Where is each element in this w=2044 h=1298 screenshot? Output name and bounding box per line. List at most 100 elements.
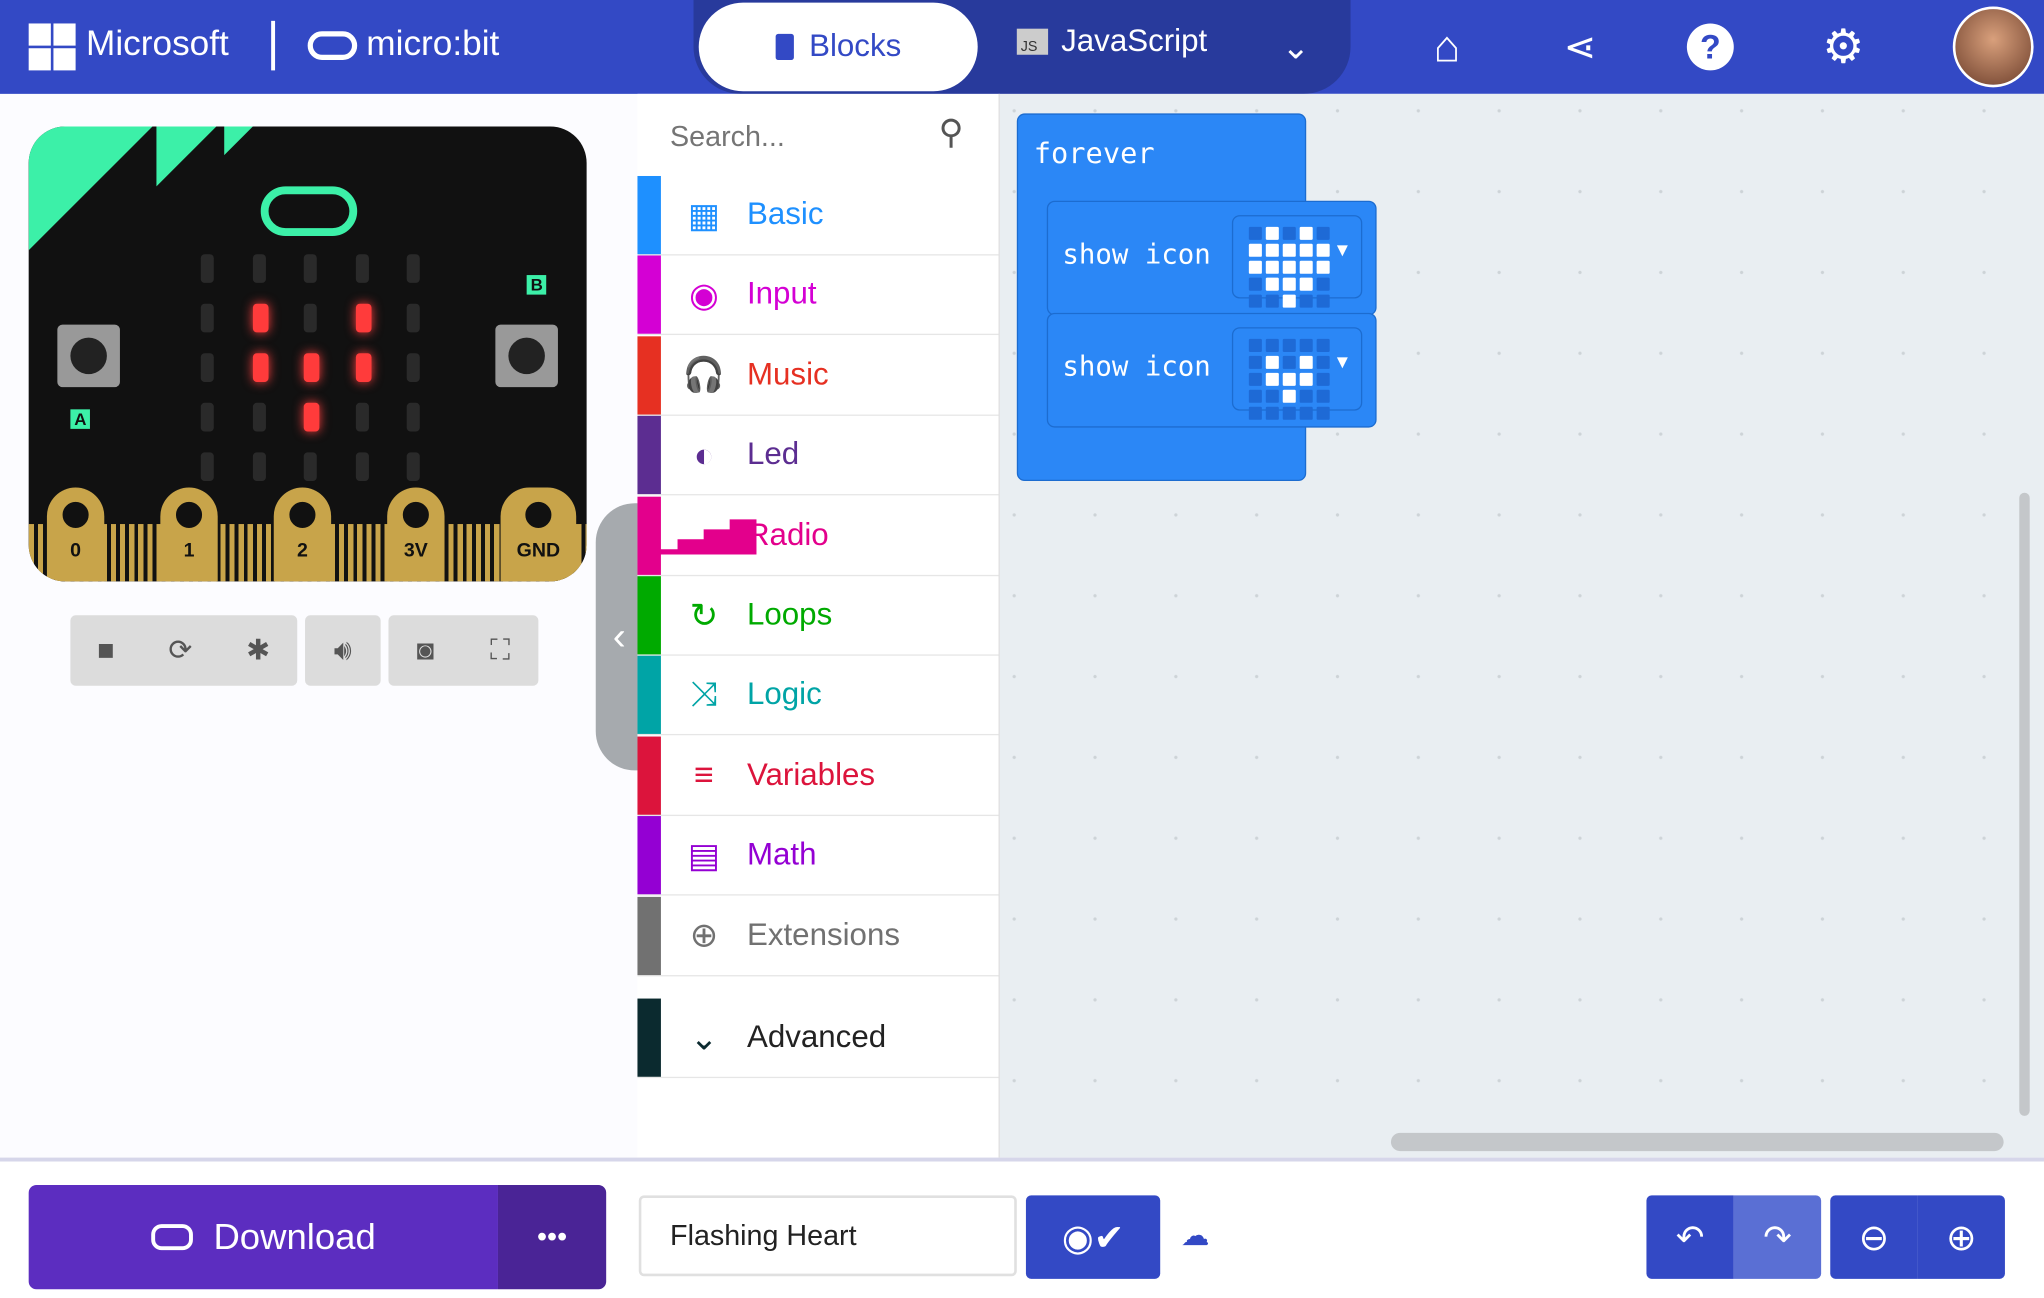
microbit-simulator[interactable]: A B 0 1 2 3V GND xyxy=(28,126,587,582)
redo-button[interactable]: ↷ xyxy=(1733,1195,1822,1279)
chevron-left-icon: ‹ xyxy=(612,614,626,658)
button-a[interactable] xyxy=(57,324,120,388)
category-color-bar xyxy=(637,336,661,415)
icon-pixel xyxy=(1248,338,1262,352)
stop-icon[interactable]: ■ xyxy=(97,634,114,668)
icon-pixel xyxy=(1282,226,1296,240)
category-color-bar xyxy=(637,896,661,975)
icon-pixel xyxy=(1299,389,1313,403)
speaker-icon: 🔊︎ xyxy=(333,633,352,667)
caret-down-icon: ▼ xyxy=(1336,239,1348,261)
category-input[interactable]: ◉ Input xyxy=(637,256,999,336)
category-label: Radio xyxy=(746,516,829,553)
icon-pixel xyxy=(1282,355,1296,369)
pin-gnd[interactable]: GND xyxy=(500,487,577,582)
category-loops[interactable]: ↻ Loops xyxy=(637,576,999,656)
pin-2[interactable]: 2 xyxy=(273,487,332,582)
icon-pixel xyxy=(1248,260,1262,274)
github-save-button[interactable]: ◉✔ xyxy=(1025,1195,1161,1279)
led xyxy=(200,452,214,482)
avatar[interactable] xyxy=(1952,6,2034,88)
microsoft-logo-icon xyxy=(28,23,76,71)
zoom-out-button[interactable]: ⊖ xyxy=(1830,1195,1918,1279)
zoom-in-button[interactable]: ⊕ xyxy=(1917,1195,2005,1279)
collapse-simulator-button[interactable]: ‹ xyxy=(595,503,643,771)
led xyxy=(252,254,266,283)
icon-pixel xyxy=(1265,406,1279,420)
puzzle-icon xyxy=(775,33,794,60)
headphones-icon: 🎧 xyxy=(682,354,726,395)
share-icon[interactable]: ⋖ xyxy=(1551,18,1608,75)
icon-pixel xyxy=(1265,372,1279,386)
more-options-button[interactable]: ••• xyxy=(497,1184,607,1290)
input-icon: ◉ xyxy=(689,274,719,315)
show-icon-block[interactable]: show icon ▼ xyxy=(1046,200,1377,316)
divider xyxy=(271,20,276,71)
pin-0[interactable]: 0 xyxy=(46,487,105,582)
icon-pixel xyxy=(1265,355,1279,369)
icon-pixel xyxy=(1248,294,1262,308)
category-label: Advanced xyxy=(746,1019,887,1055)
download-button[interactable]: Download xyxy=(28,1184,498,1290)
category-led[interactable]: ◐ Led xyxy=(637,416,999,496)
icon-pixel xyxy=(1248,406,1262,420)
icon-dropdown[interactable]: ▼ xyxy=(1231,327,1363,420)
mute-button[interactable]: 🔊︎ xyxy=(305,615,381,686)
led xyxy=(406,402,420,432)
pin-label: GND xyxy=(516,539,561,562)
category-basic[interactable]: ▦ Basic xyxy=(637,175,999,256)
small-heart-icon-preview xyxy=(1248,338,1330,420)
icon-pixel xyxy=(1282,389,1296,403)
icon-pixel xyxy=(1248,372,1262,386)
button-a-label: A xyxy=(70,409,91,429)
category-music[interactable]: 🎧 Music xyxy=(637,336,999,416)
corner-decoration xyxy=(28,126,153,251)
vertical-scrollbar[interactable] xyxy=(2019,492,2030,1116)
category-label: Input xyxy=(746,276,817,313)
brand-microbit[interactable]: micro:bit xyxy=(366,23,499,63)
screenshot-icon[interactable]: ◙ xyxy=(417,634,434,668)
search-icon[interactable]: ⚲ xyxy=(939,112,964,152)
more-icon: ••• xyxy=(537,1220,568,1253)
microbit-face-icon xyxy=(260,186,358,236)
category-extensions[interactable]: ⊕ Extensions xyxy=(637,896,999,976)
gear-icon[interactable]: ⚙ xyxy=(1815,18,1872,75)
icon-pixel xyxy=(1316,338,1330,352)
debug-icon[interactable]: ✱ xyxy=(246,634,270,668)
undo-button[interactable]: ↶ xyxy=(1646,1195,1734,1279)
category-label: Basic xyxy=(746,196,824,233)
led xyxy=(406,303,420,333)
icon-pixel xyxy=(1316,389,1330,403)
category-radio[interactable]: ▁▃▅▇ Radio xyxy=(637,496,999,576)
tab-blocks[interactable]: Blocks xyxy=(698,2,978,92)
home-icon[interactable]: ⌂ xyxy=(1418,18,1475,75)
horizontal-scrollbar[interactable] xyxy=(1390,1132,2004,1152)
fullscreen-icon[interactable]: ⛶ xyxy=(490,634,510,668)
icon-pixel xyxy=(1265,389,1279,403)
icon-pixel xyxy=(1299,338,1313,352)
category-color-bar xyxy=(637,416,661,495)
bottom-bar: Download ••• ◉✔ ☁ ↶ ↷ ⊖ ⊕ xyxy=(0,1157,2044,1298)
tab-javascript[interactable]: JS JavaScript xyxy=(1016,23,1207,60)
category-logic[interactable]: ⤨ Logic xyxy=(637,656,999,736)
category-variables[interactable]: ≡ Variables xyxy=(637,736,999,816)
show-icon-block[interactable]: show icon ▼ xyxy=(1046,312,1377,428)
pin-1[interactable]: 1 xyxy=(160,487,218,582)
icon-dropdown[interactable]: ▼ xyxy=(1231,215,1363,308)
category-color-bar xyxy=(637,256,661,335)
blocks-workspace[interactable]: forever show icon ▼ show icon ▼ xyxy=(999,93,2044,1158)
restart-icon[interactable]: ⟳ xyxy=(168,634,192,668)
category-advanced[interactable]: ⌄ Advanced xyxy=(637,998,999,1079)
project-name-input[interactable] xyxy=(638,1195,1017,1277)
brand-microsoft: Microsoft xyxy=(86,23,229,63)
help-icon[interactable]: ? xyxy=(1682,18,1739,75)
plus-circle-icon: ⊕ xyxy=(1945,1216,1977,1258)
icon-pixel xyxy=(1282,338,1296,352)
pin-3v[interactable]: 3V xyxy=(387,487,445,582)
chevron-down-icon[interactable]: ⌄ xyxy=(1267,18,1324,75)
icon-pixel xyxy=(1265,294,1279,308)
category-math[interactable]: ▤ Math xyxy=(637,816,999,896)
led xyxy=(355,254,369,283)
led xyxy=(200,353,214,382)
button-b[interactable] xyxy=(495,324,558,388)
